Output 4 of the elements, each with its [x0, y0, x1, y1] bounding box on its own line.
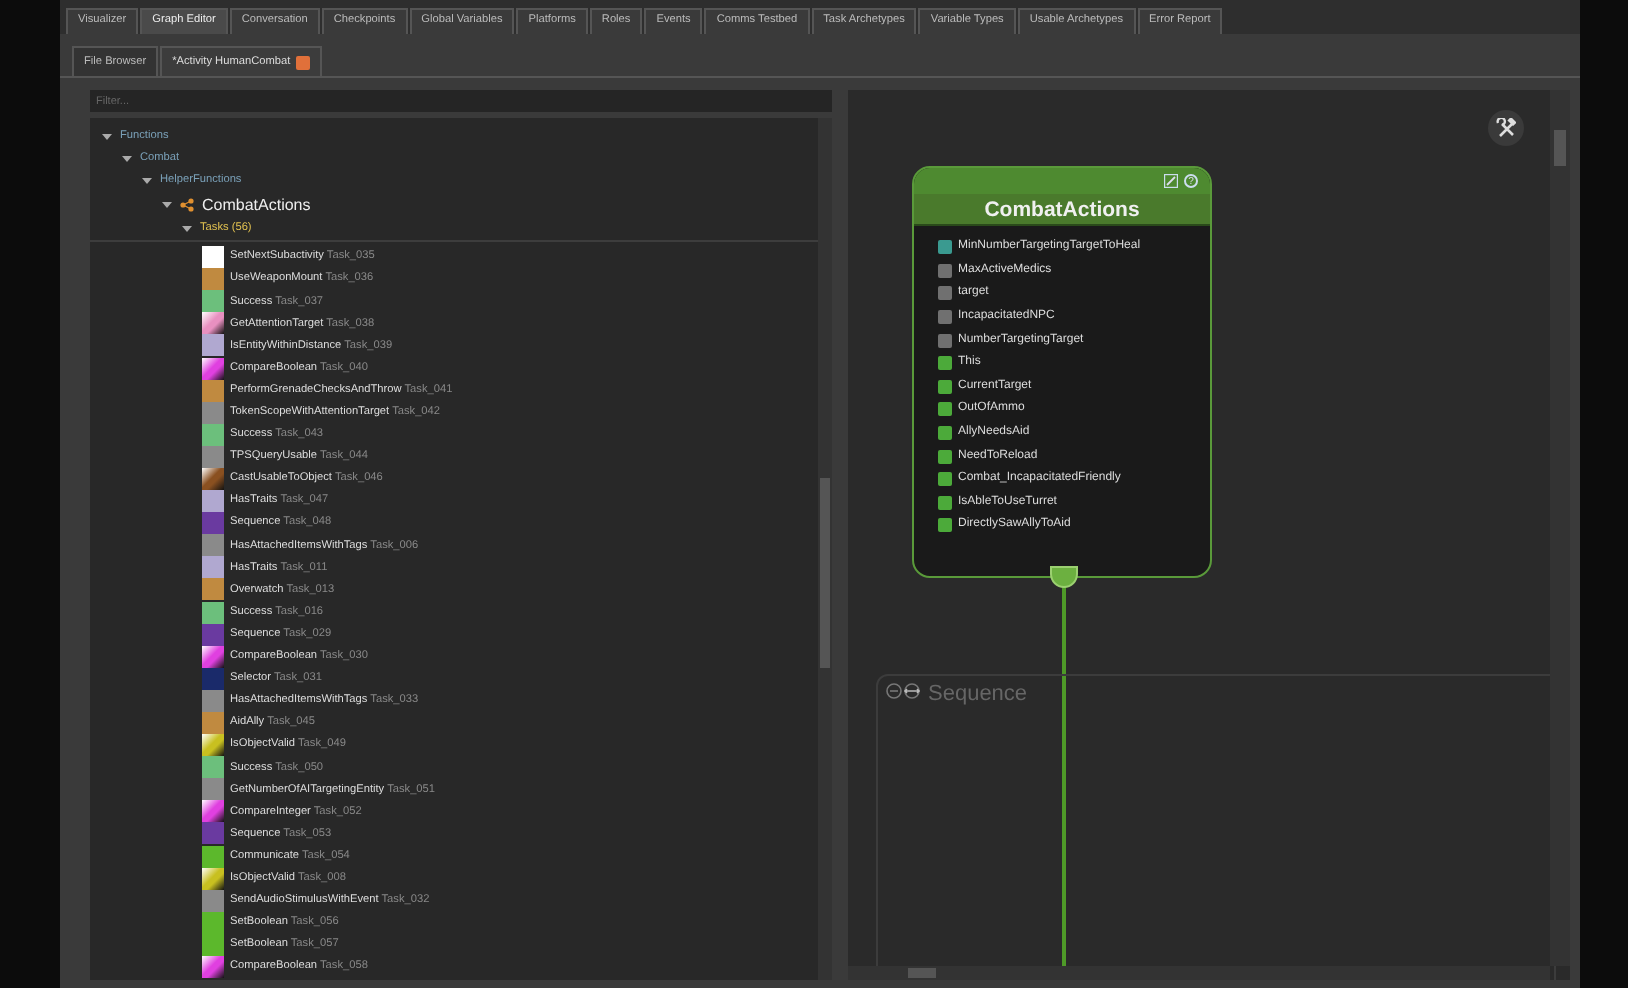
sequence-title: Sequence	[928, 682, 1028, 706]
node-title: CombatActions	[914, 194, 1210, 226]
tree-label: CombatActions	[202, 193, 311, 217]
tree-item[interactable]: CombatActions	[90, 192, 818, 218]
